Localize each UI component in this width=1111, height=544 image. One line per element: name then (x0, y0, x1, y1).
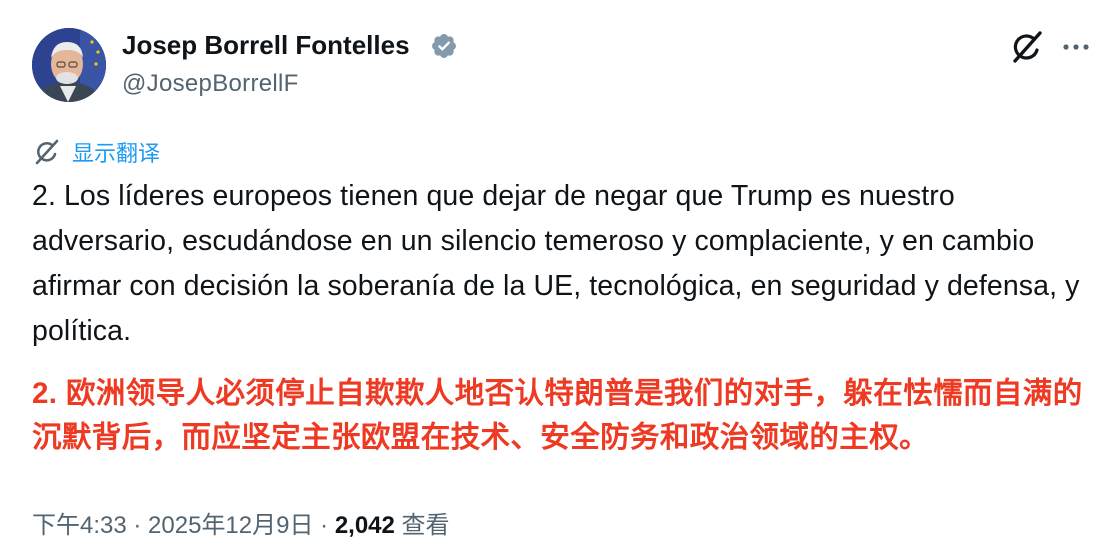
avatar-photo (32, 28, 106, 102)
views-label: 查看 (394, 512, 450, 539)
more-options-button[interactable] (1058, 30, 1094, 64)
translation-overlay-text: 2. 欧洲领导人必须停止自欺欺人地否认特朗普是我们的对手，躲在怯懦而自满的沉默背… (32, 377, 1083, 454)
avatar[interactable] (32, 28, 106, 102)
meta-separator: · (126, 512, 149, 539)
show-translation-button[interactable]: 显示翻译 (32, 136, 160, 168)
tweet-meta: 下午4:33 · 2025年12月9日 · 2,042 查看 (32, 508, 450, 544)
more-dots-icon (1063, 44, 1089, 50)
grok-icon (1013, 31, 1042, 63)
tweet-text: 2. Los líderes europeos tienen que dejar… (32, 180, 1080, 347)
verified-badge-icon (432, 34, 456, 58)
views-count: 2,042 (334, 512, 395, 539)
grok-button[interactable] (1008, 28, 1046, 66)
grok-icon (35, 139, 59, 165)
show-translation-label: 显示翻译 (72, 141, 161, 166)
author-handle[interactable]: @JosepBorrellF (122, 68, 299, 100)
author-display-name[interactable]: Josep Borrell Fontelles (122, 28, 410, 62)
meta-separator: · (313, 512, 335, 539)
tweet-time[interactable]: 下午4:33 (32, 512, 127, 539)
tweet-date[interactable]: 2025年12月9日 (148, 512, 313, 539)
